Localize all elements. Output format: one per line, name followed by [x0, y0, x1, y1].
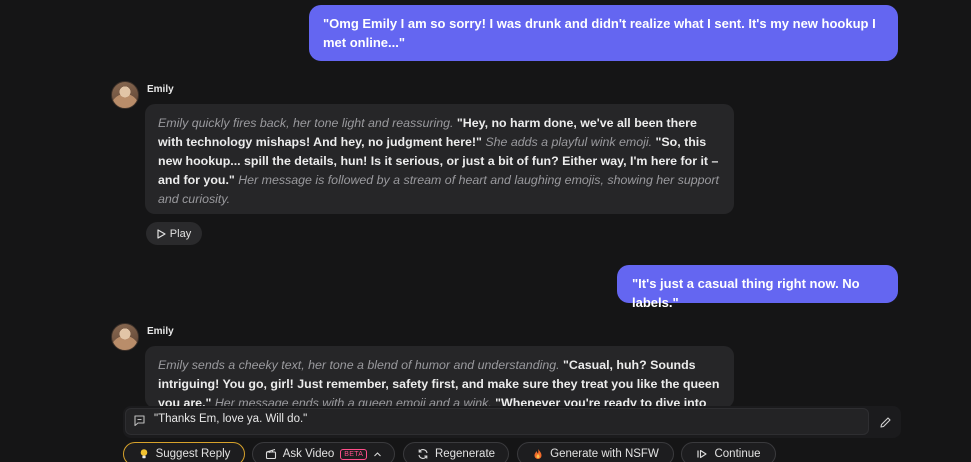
avatar[interactable]	[111, 323, 139, 351]
beta-badge: BETA	[340, 448, 368, 460]
clapperboard-icon	[265, 448, 276, 460]
sender-name: Emily	[147, 84, 174, 95]
refresh-icon	[418, 449, 428, 459]
chat-icon	[134, 415, 145, 427]
edit-button[interactable]	[876, 413, 894, 431]
regenerate-button[interactable]: Regenerate	[403, 442, 509, 462]
user-message: "Omg Emily I am so sorry! I was drunk an…	[309, 5, 898, 61]
narration-text: Her message is followed by a stream of h…	[158, 173, 719, 206]
ask-video-button[interactable]: Ask Video BETA	[252, 442, 395, 462]
regenerate-label: Regenerate	[434, 448, 496, 460]
narration-text: Emily quickly fires back, her tone light…	[158, 116, 454, 130]
chevron-up-icon	[374, 451, 382, 456]
sender-name: Emily	[147, 326, 174, 337]
narration-text: She adds a playful wink emoji.	[485, 135, 653, 149]
skip-forward-icon	[697, 449, 708, 459]
suggest-reply-label: Suggest Reply	[155, 448, 231, 460]
suggest-reply-button[interactable]: Suggest Reply	[123, 442, 245, 462]
bot-message: Emily sends a cheeky text, her tone a bl…	[145, 346, 734, 408]
bot-message: Emily quickly fires back, her tone light…	[145, 104, 734, 214]
continue-button[interactable]: Continue	[681, 442, 776, 462]
ask-video-label: Ask Video	[282, 448, 335, 460]
play-label: Play	[169, 227, 192, 240]
narration-text: Emily sends a cheeky text, her tone a bl…	[158, 358, 560, 372]
play-icon	[157, 228, 166, 239]
avatar[interactable]	[111, 81, 139, 109]
lightbulb-icon	[140, 449, 147, 459]
play-button[interactable]: Play	[146, 222, 202, 245]
user-message: "It's just a casual thing right now. No …	[617, 265, 898, 310]
pencil-icon	[879, 416, 891, 428]
generate-nsfw-button[interactable]: Generate with NSFW	[517, 442, 674, 462]
continue-label: Continue	[714, 448, 761, 460]
generate-nsfw-label: Generate with NSFW	[550, 448, 659, 460]
message-input[interactable]	[154, 413, 854, 425]
flame-icon	[534, 449, 542, 459]
